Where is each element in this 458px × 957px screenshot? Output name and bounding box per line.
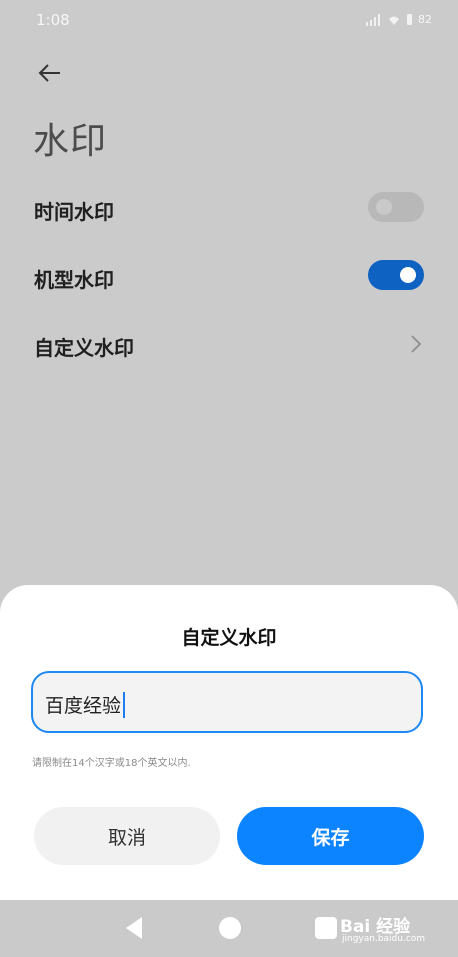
status-bar: 1:08 82	[0, 0, 458, 44]
row-label: 自定义水印	[34, 336, 134, 360]
model-watermark-toggle[interactable]	[368, 260, 424, 290]
battery-icon	[407, 14, 412, 25]
save-button[interactable]: 保存	[237, 807, 424, 865]
time-watermark-toggle[interactable]	[368, 192, 424, 222]
input-value: 百度经验	[45, 695, 122, 717]
watermark-logo: Bai 经验 jingyan.baidu.com	[314, 910, 454, 950]
wifi-icon	[389, 16, 399, 25]
battery-level: 82	[418, 13, 432, 26]
nav-back-icon[interactable]	[122, 914, 146, 942]
row-label: 机型水印	[34, 268, 114, 292]
input-hint: 请限制在14个汉字或18个英文以内.	[32, 758, 191, 769]
dialog-title: 自定义水印	[181, 627, 277, 649]
back-arrow-icon[interactable]	[34, 58, 64, 88]
chevron-right-icon	[411, 335, 422, 353]
row-label: 时间水印	[34, 200, 114, 224]
cancel-button[interactable]: 取消	[34, 807, 220, 865]
text-caret	[123, 691, 126, 718]
nav-home-icon[interactable]	[216, 914, 244, 942]
toggle-knob	[376, 199, 392, 215]
row-time-watermark[interactable]: 时间水印	[34, 188, 424, 228]
row-custom-watermark[interactable]: 自定义水印	[34, 324, 424, 364]
status-time: 1:08	[36, 11, 70, 29]
watermark-url: jingyan.baidu.com	[342, 934, 426, 944]
toggle-knob	[400, 267, 416, 283]
status-icons: 82	[365, 13, 432, 26]
row-model-watermark[interactable]: 机型水印	[34, 256, 424, 296]
custom-watermark-dialog: 自定义水印 百度经验 请限制在14个汉字或18个英文以内. 取消 保存	[0, 585, 458, 900]
page-title: 水印	[33, 121, 108, 162]
signal-icon	[366, 13, 380, 26]
watermark-text-input[interactable]: 百度经验	[31, 671, 423, 733]
